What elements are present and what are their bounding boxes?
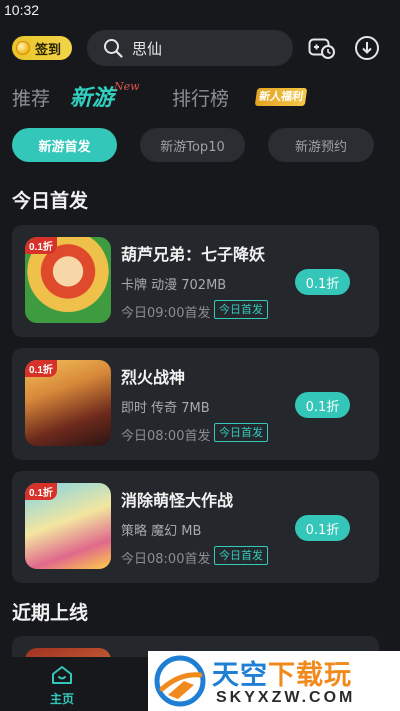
status-bar: 10:32 <box>0 0 400 24</box>
game-card[interactable]: 0.1折 烈火战神 即时 传奇 7MB 今日08:00首发 今日首发 0.1折 <box>12 348 379 460</box>
game-thumbnail: 0.1折 <box>25 237 111 323</box>
category-tabs: 推荐 新游 New 排行榜 新人福利 <box>0 78 400 114</box>
thumb-discount-tag: 0.1折 <box>25 360 57 377</box>
nav-home-label: 主页 <box>50 692 75 706</box>
discount-button[interactable]: 0.1折 <box>295 392 350 418</box>
top-bar: 签到 思仙 <box>0 28 400 68</box>
game-title: 消除萌怪大作战 <box>121 491 234 510</box>
today-release-badge: 今日首发 <box>214 423 268 442</box>
checkin-button[interactable]: 签到 <box>12 36 72 60</box>
release-time: 今日08:00首发 <box>121 429 211 444</box>
watermark-domain: SKYXZW.COM <box>216 689 356 706</box>
watermark-title-b: 下载玩 <box>268 660 352 691</box>
game-thumbnail: 0.1折 <box>25 360 111 446</box>
game-title: 葫芦兄弟：七子降妖 <box>121 245 266 264</box>
tab-recommend[interactable]: 推荐 <box>12 84 50 111</box>
section-title-today: 今日首发 <box>12 190 89 212</box>
discount-button[interactable]: 0.1折 <box>295 515 350 541</box>
subtab-new-reserve[interactable]: 新游预约 <box>268 128 374 162</box>
watermark-title-a: 天空 <box>212 660 268 691</box>
game-tags: 策略 魔幻 MB <box>121 524 202 539</box>
discount-button[interactable]: 0.1折 <box>295 269 350 295</box>
tab-new-tag: New <box>114 80 140 93</box>
game-card[interactable]: 0.1折 葫芦兄弟：七子降妖 卡牌 动漫 702MB 今日09:00首发 今日首… <box>12 225 379 337</box>
subtab-new-release[interactable]: 新游首发 <box>12 128 117 162</box>
checkin-label: 签到 <box>35 42 62 58</box>
game-tags: 即时 传奇 7MB <box>121 401 210 416</box>
subtab-new-top10[interactable]: 新游Top10 <box>140 128 245 162</box>
tab-newcomer-welfare[interactable]: 新人福利 <box>254 88 308 106</box>
watermark-logo-icon <box>154 655 206 707</box>
sub-tabs: 新游首发 新游Top10 新游预约 <box>0 128 400 162</box>
thumb-discount-tag: 0.1折 <box>25 237 57 254</box>
tab-new-games[interactable]: 新游 <box>70 80 114 112</box>
nav-home[interactable]: 主页 <box>40 665 84 707</box>
game-card[interactable]: 0.1折 消除萌怪大作战 策略 魔幻 MB 今日08:00首发 今日首发 0.1… <box>12 471 379 583</box>
site-watermark: 天空下载玩 SKYXZW.COM <box>148 651 400 711</box>
today-release-badge: 今日首发 <box>214 546 268 565</box>
game-thumbnail: 0.1折 <box>25 483 111 569</box>
game-tags: 卡牌 动漫 702MB <box>121 278 227 293</box>
tab-ranking[interactable]: 排行榜 <box>172 84 229 111</box>
today-release-badge: 今日首发 <box>214 300 268 319</box>
release-time: 今日09:00首发 <box>121 306 211 321</box>
watermark-title: 天空下载玩 <box>212 653 352 692</box>
search-value: 思仙 <box>132 40 163 58</box>
game-history-icon[interactable] <box>308 36 336 60</box>
home-icon <box>52 666 72 684</box>
status-time: 10:32 <box>4 2 40 18</box>
download-icon[interactable] <box>354 35 380 61</box>
search-icon <box>104 39 123 58</box>
game-title: 烈火战神 <box>121 368 186 387</box>
section-title-upcoming: 近期上线 <box>12 602 89 624</box>
coin-icon <box>16 41 30 55</box>
search-input[interactable]: 思仙 <box>87 30 293 66</box>
release-time: 今日08:00首发 <box>121 552 211 567</box>
thumb-discount-tag: 0.1折 <box>25 483 57 500</box>
